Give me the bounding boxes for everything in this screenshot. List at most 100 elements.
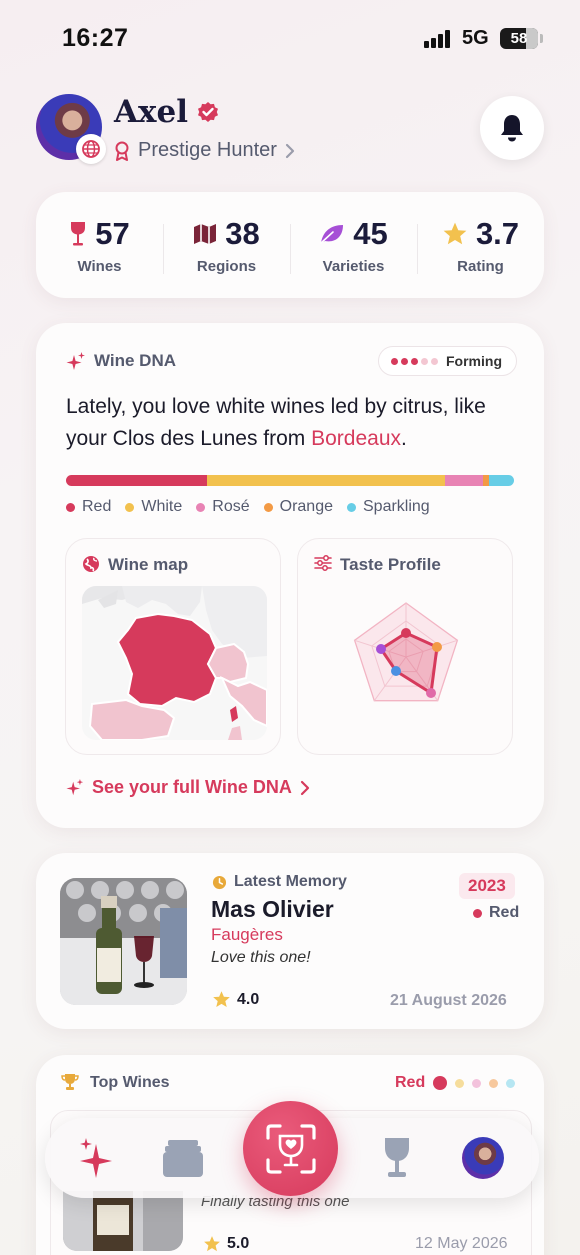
vintage-badge: 2023: [459, 873, 515, 899]
dna-summary-region: Bordeaux: [311, 427, 402, 450]
bar-segment-white: [207, 475, 445, 486]
filter-dot-red[interactable]: [433, 1076, 448, 1090]
sliders-icon: [314, 555, 332, 571]
top-wines-title: Top Wines: [90, 1074, 170, 1091]
legend-dot: [125, 502, 135, 512]
legend-dot: [347, 502, 356, 512]
battery-level: 58: [510, 30, 528, 47]
top-wine-date: 12 May 2026: [415, 1235, 508, 1252]
stat-label: Rating: [457, 257, 504, 275]
globe-icon: [76, 134, 106, 164]
tab-cellar[interactable]: [157, 1132, 209, 1184]
leaf-icon: [320, 224, 344, 244]
stat-value: 38: [225, 215, 260, 251]
stat-value: 45: [353, 215, 388, 251]
stat-rating[interactable]: 3.7 Rating: [417, 216, 544, 275]
stat-value: 3.7: [475, 215, 520, 251]
latest-memory-label: Latest Memory: [234, 873, 347, 890]
tab-glass[interactable]: [371, 1132, 423, 1184]
memory-rating: 4.0: [212, 990, 259, 1009]
wine-dna-title: Wine DNA: [94, 351, 177, 370]
stat-varieties[interactable]: 45 Varieties: [290, 216, 417, 275]
bar-segment-sparkling: [489, 475, 514, 486]
sparkles-icon: [66, 778, 84, 795]
wine-map: [82, 586, 267, 740]
wine-color-label: Red: [489, 904, 520, 921]
top-wine-photo: [63, 1191, 183, 1251]
wine-map-title: Wine map: [108, 555, 189, 574]
legend-label: Orange: [279, 498, 333, 515]
stat-value: 57: [95, 215, 130, 251]
map-icon: [194, 223, 217, 244]
legend-item: Orange: [263, 498, 333, 516]
globe-icon: [83, 556, 99, 572]
star-icon: [213, 991, 230, 1008]
legend-item: Rosé: [196, 498, 250, 516]
wine-glass-icon: [385, 1138, 409, 1177]
filter-dot-sparkling[interactable]: [506, 1078, 516, 1088]
dna-status-label: Forming: [446, 353, 502, 369]
see-full-dna-link[interactable]: See your full Wine DNA: [66, 777, 310, 798]
bar-segment-rosé: [444, 475, 483, 486]
memory-note: Love this one!: [211, 949, 311, 966]
filter-dot-rose[interactable]: [472, 1078, 482, 1088]
user-name: Axel: [114, 94, 189, 130]
taste-profile-title: Taste Profile: [340, 555, 441, 574]
legend-item: Sparkling: [347, 498, 430, 516]
stat-label: Varieties: [322, 257, 385, 275]
verified-icon: [198, 102, 218, 122]
top-wines-filter[interactable]: Red: [395, 1074, 516, 1092]
stat-label: Regions: [196, 257, 257, 275]
rank-label: Prestige Hunter: [138, 139, 277, 161]
bell-icon: [501, 115, 523, 142]
sparkles-icon: [80, 1138, 112, 1178]
taste-profile-tile[interactable]: Taste Profile: [297, 538, 513, 755]
legend-label: Rosé: [212, 498, 250, 515]
tab-discover[interactable]: [71, 1132, 123, 1184]
clock-icon: [212, 875, 227, 889]
profile-avatar[interactable]: [36, 94, 106, 164]
rank-link[interactable]: Prestige Hunter: [114, 139, 295, 162]
progress-dots: [391, 357, 438, 365]
trophy-icon: [61, 1074, 79, 1090]
battery-icon: 58: [500, 28, 538, 49]
wine-type-bar: [66, 475, 514, 486]
dna-status-badge: Forming: [378, 346, 517, 376]
legend-label: White: [141, 498, 183, 515]
star-icon: [443, 222, 467, 244]
stats-card: 57 Wines 38 Regions 45 Varieties 3.7 Rat…: [36, 192, 544, 298]
dna-summary-text: Lately, you love white wines led by citr…: [66, 395, 486, 450]
filter-label: Red: [395, 1074, 426, 1091]
taste-radar-chart: [353, 602, 459, 702]
latest-memory-card[interactable]: Latest Memory Mas Olivier Faugères Love …: [36, 853, 544, 1029]
stat-regions[interactable]: 38 Regions: [163, 216, 290, 275]
scan-wine-button[interactable]: [243, 1101, 338, 1196]
tab-profile[interactable]: [457, 1132, 509, 1184]
sparkles-icon: [66, 352, 85, 370]
memory-rating-value: 4.0: [237, 990, 260, 1008]
dna-summary-end: .: [401, 427, 407, 450]
network-label: 5G: [462, 27, 489, 49]
notifications-button[interactable]: [480, 96, 544, 160]
top-wine-rating: 5.0: [203, 1235, 249, 1253]
legend-label: Red: [82, 498, 112, 515]
filter-dot-orange[interactable]: [489, 1078, 499, 1088]
scan-icon: [265, 1123, 316, 1174]
top-wine-rating-value: 5.0: [227, 1235, 250, 1252]
filter-dot-white[interactable]: [455, 1078, 465, 1088]
red-dot-icon: [473, 908, 482, 918]
status-bar: 16:27 5G 58: [0, 0, 580, 78]
bar-segment-orange: [482, 475, 490, 486]
legend-label: Sparkling: [363, 498, 430, 515]
latest-memory-tag: Latest Memory: [212, 873, 347, 891]
memory-photo: [60, 878, 187, 1005]
legend-dot: [66, 502, 75, 512]
stat-wines[interactable]: 57 Wines: [36, 216, 163, 275]
wine-map-tile[interactable]: Wine map: [65, 538, 281, 755]
wine-dna-card[interactable]: Wine DNA Forming Lately, you love white …: [36, 323, 544, 828]
legend-item: Red: [66, 498, 111, 516]
memory-date: 21 August 2026: [390, 992, 507, 1009]
legend-item: White: [125, 498, 182, 516]
wine-color-tag: Red: [473, 904, 519, 922]
memory-region: Faugères: [211, 925, 283, 944]
